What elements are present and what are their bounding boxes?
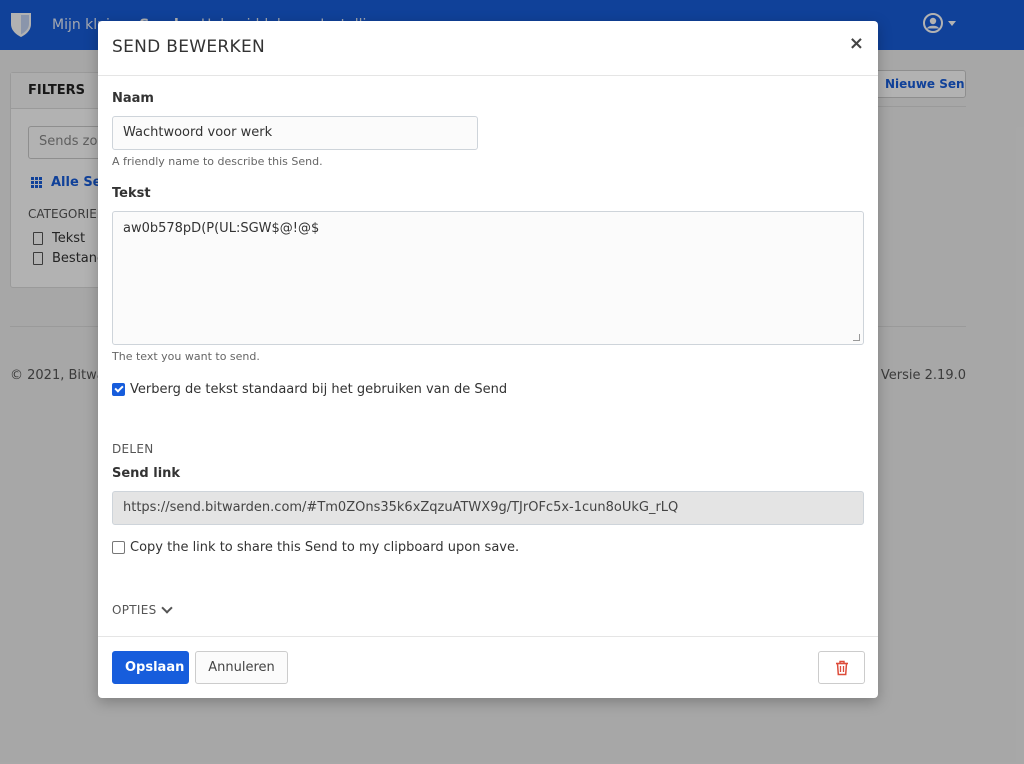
close-icon[interactable]: ×: [849, 35, 864, 53]
trash-icon: [835, 660, 848, 675]
text-label: Tekst: [112, 186, 151, 201]
options-toggle[interactable]: OPTIES: [112, 602, 173, 617]
name-label: Naam: [112, 91, 154, 106]
hide-text-label: Verberg de tekst standaard bij het gebru…: [130, 382, 508, 397]
copy-link-label: Copy the link to share this Send to my c…: [130, 540, 520, 555]
hide-text-checkbox[interactable]: [112, 383, 125, 396]
text-help-text: The text you want to send.: [112, 350, 260, 363]
modal-title: SEND BEWERKEN: [112, 37, 266, 57]
text-textarea[interactable]: aw0b578pD(P(UL:SGW$@!@$: [112, 211, 864, 345]
send-link-field[interactable]: https://send.bitwarden.com/#Tm0ZOns35k6x…: [112, 491, 864, 525]
resize-handle-icon[interactable]: [853, 334, 860, 341]
share-section-title: DELEN: [112, 442, 154, 456]
cancel-button[interactable]: Annuleren: [195, 651, 288, 684]
delete-button[interactable]: [818, 651, 865, 684]
text-textarea-value: aw0b578pD(P(UL:SGW$@!@$: [123, 221, 320, 236]
copy-link-checkbox[interactable]: [112, 541, 125, 554]
modal-header: SEND BEWERKEN ×: [98, 21, 878, 76]
name-help-text: A friendly name to describe this Send.: [112, 155, 323, 168]
copy-link-option[interactable]: Copy the link to share this Send to my c…: [112, 540, 519, 555]
send-link-label: Send link: [112, 466, 181, 481]
save-button[interactable]: Opslaan: [112, 651, 189, 684]
edit-send-dialog: SEND BEWERKEN × Naam Wachtwoord voor wer…: [98, 21, 878, 698]
modal-footer: Opslaan Annuleren: [98, 636, 878, 698]
chevron-down-icon: [160, 602, 173, 614]
hide-text-option[interactable]: Verberg de tekst standaard bij het gebru…: [112, 382, 507, 397]
name-input[interactable]: Wachtwoord voor werk: [112, 116, 478, 150]
options-label: OPTIES: [112, 603, 157, 617]
